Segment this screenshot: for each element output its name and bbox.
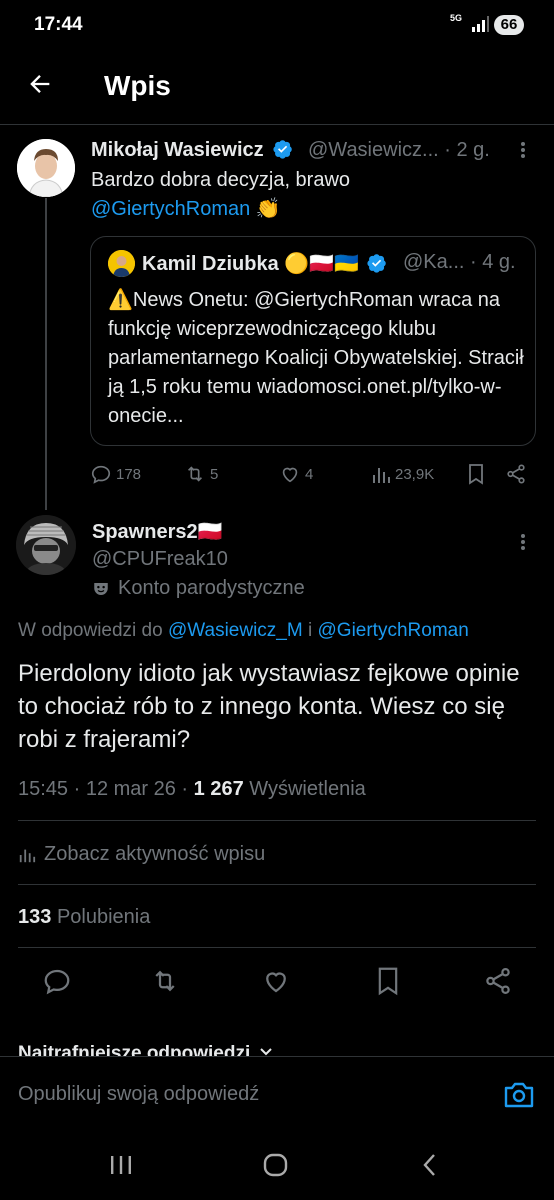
tweet-text-line: Bardzo dobra decyzja, brawo bbox=[91, 169, 351, 191]
repost-button[interactable]: 5 bbox=[184, 463, 218, 485]
author-name-text: Mikołaj Wasiewicz bbox=[91, 139, 264, 161]
reply-button[interactable]: 178 bbox=[90, 463, 141, 485]
divider bbox=[18, 947, 536, 948]
reply-icon[interactable] bbox=[42, 966, 72, 996]
like-count: 4 bbox=[305, 465, 314, 483]
quote-text: ⚠️News Onetu: @GiertychRoman wraca na fu… bbox=[108, 289, 524, 427]
reply-author-handle: @CPUFreak10 bbox=[92, 548, 228, 570]
reply-and: i bbox=[307, 620, 313, 641]
parody-label-text: Konto parodystyczne bbox=[118, 577, 305, 599]
verified-badge-icon bbox=[366, 253, 387, 273]
reply-timestamp: 15:45 · 12 mar 26 · bbox=[18, 778, 189, 800]
reply-avatar[interactable] bbox=[16, 515, 76, 575]
analytics-icon bbox=[19, 849, 36, 862]
more-options-icon[interactable] bbox=[516, 530, 530, 554]
quote-author: Kamil Dziubka 🟡🇵🇱🇺🇦 bbox=[142, 251, 387, 276]
likes-label: Polubienia bbox=[56, 906, 151, 928]
reply-to-link-2[interactable]: @GiertychRoman bbox=[318, 620, 469, 641]
reply-context: W odpowiedzi do @Wasiewicz_M i @Giertych… bbox=[18, 620, 469, 642]
clap-emoji: 👏 bbox=[255, 198, 281, 220]
views-total: 1 267 bbox=[193, 778, 244, 800]
views-count: 23,9K bbox=[395, 465, 435, 483]
post-activity-link[interactable]: Zobacz aktywność wpisu bbox=[18, 843, 265, 866]
thread-line bbox=[45, 198, 47, 510]
reply-input[interactable]: Opublikuj swoją odpowiedź bbox=[18, 1083, 478, 1106]
back-arrow-icon[interactable] bbox=[26, 70, 54, 98]
reply-to-link-1[interactable]: @Wasiewicz_M bbox=[168, 620, 303, 641]
theater-mask-icon bbox=[94, 582, 108, 595]
parody-label: Konto parodystyczne bbox=[92, 577, 305, 600]
views-button[interactable]: 23,9K bbox=[371, 463, 434, 485]
bookmark-icon[interactable] bbox=[466, 463, 486, 485]
author-name[interactable]: Mikołaj Wasiewicz bbox=[91, 139, 293, 162]
mention-link[interactable]: @GiertychRoman bbox=[91, 198, 250, 220]
repost-count: 5 bbox=[210, 465, 219, 483]
network-indicator: 5G bbox=[450, 13, 463, 23]
signal-icon bbox=[470, 14, 490, 34]
quote-avatar bbox=[108, 250, 135, 277]
camera-icon[interactable] bbox=[503, 1080, 535, 1110]
tweet-text: Bardzo dobra decyzja, brawo @GiertychRom… bbox=[91, 166, 350, 224]
like-button[interactable]: 4 bbox=[279, 463, 313, 485]
quote-handle: @Ka... · 4 g. bbox=[403, 251, 516, 273]
system-back-icon[interactable] bbox=[420, 1150, 440, 1180]
views-icon bbox=[373, 468, 390, 483]
page-title: Wpis bbox=[104, 70, 171, 101]
header-divider bbox=[0, 124, 554, 125]
quote-author-flags: 🟡🇵🇱🇺🇦 bbox=[284, 253, 359, 275]
quote-author-name: Kamil Dziubka bbox=[142, 253, 279, 275]
bookmark-icon[interactable] bbox=[374, 966, 402, 996]
verified-badge-icon bbox=[273, 139, 293, 159]
reply-meta: 15:45 · 12 mar 26 · 1 267 Wyświetlenia bbox=[18, 778, 366, 801]
divider bbox=[18, 820, 536, 821]
views-label: Wyświetlenia bbox=[249, 778, 366, 800]
reply-prefix: W odpowiedzi do bbox=[18, 620, 163, 641]
home-icon[interactable] bbox=[262, 1150, 290, 1180]
battery-indicator: 66 bbox=[494, 15, 524, 35]
reply-author-name[interactable]: Spawners2🇵🇱 bbox=[92, 519, 223, 544]
post-activity-label: Zobacz aktywność wpisu bbox=[44, 843, 266, 865]
likes-summary[interactable]: 133 Polubienia bbox=[18, 906, 150, 929]
status-time: 17:44 bbox=[34, 14, 83, 35]
heart-icon bbox=[282, 467, 298, 483]
heart-icon[interactable] bbox=[261, 966, 291, 996]
more-options-icon[interactable] bbox=[516, 138, 530, 162]
recent-apps-icon[interactable] bbox=[110, 1150, 132, 1180]
reply-icon bbox=[91, 465, 111, 484]
reply-count: 178 bbox=[116, 465, 142, 483]
avatar[interactable] bbox=[17, 139, 75, 197]
reply-text: Pierdolony idioto jak wystawiasz fejkowe… bbox=[18, 660, 520, 753]
share-icon[interactable] bbox=[505, 463, 527, 485]
repost-icon bbox=[187, 466, 203, 482]
share-icon[interactable] bbox=[483, 966, 513, 996]
author-handle: @Wasiewicz... · 2 g. bbox=[308, 139, 490, 161]
repost-icon[interactable] bbox=[150, 966, 180, 996]
likes-count: 133 bbox=[18, 906, 52, 928]
divider bbox=[18, 884, 536, 885]
